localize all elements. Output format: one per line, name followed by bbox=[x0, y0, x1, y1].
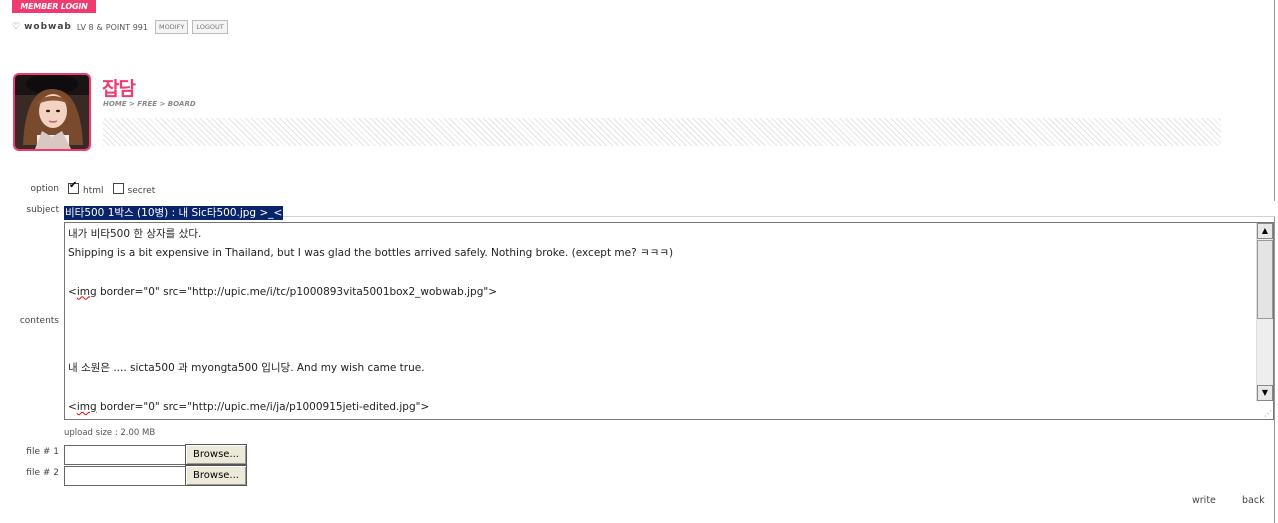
subject-label: subject bbox=[26, 205, 59, 215]
resize-grip-icon[interactable]: ⋰ bbox=[1264, 409, 1272, 418]
modify-button[interactable]: MODIFY bbox=[154, 20, 189, 34]
upload-size-note: upload size : 2.00 MB bbox=[64, 428, 156, 438]
contents-textarea[interactable]: 내가 비타500 한 상자를 샀다. Shipping is a bit expe… bbox=[64, 222, 1274, 420]
option-row: html secret bbox=[68, 180, 156, 196]
secret-checkbox[interactable] bbox=[112, 183, 124, 194]
html-label: html bbox=[83, 186, 104, 196]
member-login-badge: MEMBER LOGIN bbox=[12, 0, 96, 13]
user-info-bar: ♡ wobwab LV 8 & POINT 991 MODIFY LOGOUT bbox=[12, 20, 228, 34]
heart-icon: ♡ bbox=[12, 22, 21, 32]
page-edge-line bbox=[1274, 0, 1275, 523]
contents-label: contents bbox=[19, 316, 59, 326]
contents-line: 내가 비타500 한 상자를 샀다. bbox=[68, 228, 202, 240]
file2-browse-button[interactable]: Browse... bbox=[185, 465, 247, 486]
secret-label: secret bbox=[127, 186, 156, 196]
back-button[interactable]: back bbox=[1242, 495, 1265, 506]
file1-row: Browse... bbox=[64, 444, 247, 465]
logout-button[interactable]: LOGOUT bbox=[192, 20, 228, 34]
contents-line: <img border="0" src="http://upic.me/i/ja… bbox=[68, 400, 430, 413]
contents-scrollbar[interactable]: ▲ ▼ bbox=[1256, 223, 1273, 401]
username: wobwab bbox=[24, 22, 72, 32]
breadcrumb: HOME > FREE > BOARD bbox=[103, 100, 196, 108]
write-button[interactable]: write bbox=[1192, 495, 1216, 506]
file1-browse-button[interactable]: Browse... bbox=[185, 444, 247, 465]
scrollbar-thumb[interactable] bbox=[1257, 240, 1273, 319]
file1-input[interactable] bbox=[64, 445, 185, 465]
avatar bbox=[13, 73, 91, 151]
contents-line: Shipping is a bit expensive in Thailand,… bbox=[68, 247, 674, 260]
subject-value: 비타500 1박스 (10병) : 내 Sic타500.jpg >_< bbox=[64, 206, 284, 220]
page-title: 잡담 bbox=[102, 78, 136, 100]
option-label: option bbox=[30, 184, 59, 194]
file2-input[interactable] bbox=[64, 466, 185, 486]
scroll-up-icon[interactable]: ▲ bbox=[1257, 223, 1273, 239]
contents-line: <img border="0" src="http://upic.me/i/tc… bbox=[68, 285, 497, 298]
contents-line: 내 소원은 .... sicta500 과 myongta500 입니당. An… bbox=[68, 362, 425, 375]
user-level: LV 8 bbox=[76, 22, 94, 32]
file2-label: file # 2 bbox=[26, 468, 59, 478]
header-pattern-band bbox=[103, 118, 1221, 146]
ampersand: & bbox=[96, 22, 103, 32]
subject-input[interactable]: 비타500 1박스 (10병) : 내 Sic타500.jpg >_< bbox=[64, 201, 1275, 220]
file1-label: file # 1 bbox=[26, 447, 59, 457]
write-post-page: MEMBER LOGIN ♡ wobwab LV 8 & POINT 991 M… bbox=[0, 0, 1278, 523]
scroll-down-icon[interactable]: ▼ bbox=[1257, 385, 1273, 401]
contents-text: 내가 비타500 한 상자를 샀다. Shipping is a bit expe… bbox=[68, 225, 1253, 417]
file2-row: Browse... bbox=[64, 465, 247, 486]
html-checkbox[interactable] bbox=[68, 180, 79, 194]
user-points: POINT 991 bbox=[105, 22, 148, 32]
